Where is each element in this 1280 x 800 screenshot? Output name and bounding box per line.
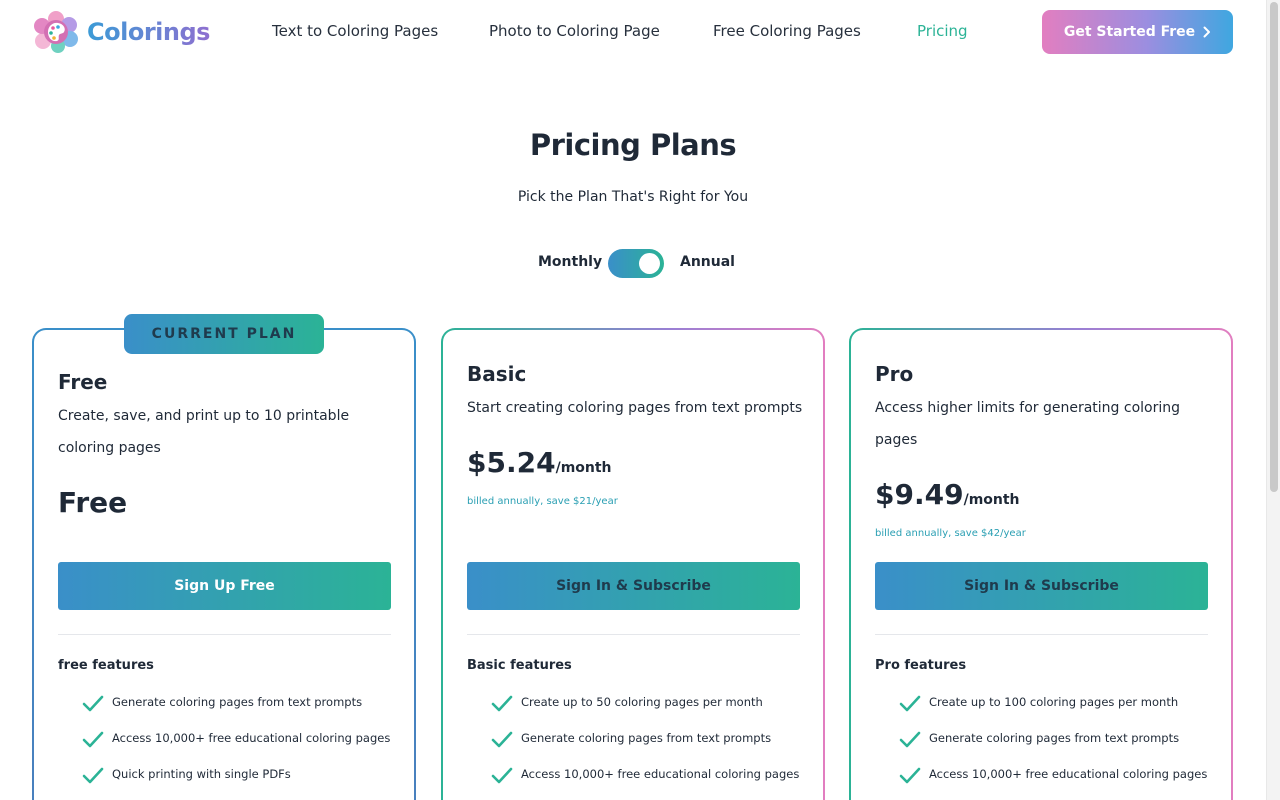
- list-item: Access 10,000+ free educational coloring…: [491, 767, 799, 800]
- price-unit: /month: [555, 460, 612, 476]
- current-plan-badge: CURRENT PLAN: [124, 314, 324, 354]
- features-title: Basic features: [467, 658, 572, 673]
- plan-price: $5.24/month: [467, 446, 612, 479]
- feature-text: Quick printing with single PDFs: [112, 767, 291, 781]
- monthly-label[interactable]: Monthly: [538, 254, 602, 270]
- nav-free-coloring-pages[interactable]: Free Coloring Pages: [713, 22, 861, 40]
- price-amount: Free: [58, 486, 128, 519]
- plan-card-body: Pro Access higher limits for generating …: [851, 330, 1231, 800]
- feature-text: Generate coloring pages from text prompt…: [521, 731, 772, 745]
- checkmark-icon: [899, 695, 921, 712]
- plan-card-body: Basic Start creating coloring pages from…: [443, 330, 823, 800]
- plan-card-body: Free Create, save, and print up to 10 pr…: [34, 330, 414, 800]
- checkmark-icon: [82, 767, 104, 784]
- billing-period-toggle[interactable]: [608, 249, 664, 278]
- feature-text: Generate coloring pages from text prompt…: [929, 731, 1180, 745]
- get-started-button[interactable]: Get Started Free: [1042, 10, 1233, 54]
- billing-toggle-row: Monthly Annual: [0, 249, 1266, 278]
- feature-text: Access 10,000+ free educational coloring…: [929, 767, 1208, 781]
- plan-description: Start creating coloring pages from text …: [467, 400, 803, 416]
- price-unit: /month: [963, 492, 1020, 508]
- list-item: Generate coloring pages from text prompt…: [82, 695, 390, 731]
- features-list: Create up to 50 coloring pages per month…: [491, 695, 799, 800]
- checkmark-icon: [899, 767, 921, 784]
- billing-note: billed annually, save $21/year: [467, 496, 618, 507]
- billing-note: billed annually, save $42/year: [875, 528, 1026, 539]
- list-item: Create up to 50 coloring pages per month: [491, 695, 799, 731]
- nav-pricing[interactable]: Pricing: [917, 22, 968, 40]
- plan-card-basic: Basic Start creating coloring pages from…: [441, 328, 825, 800]
- site-header: Colorings Text to Coloring Pages Photo t…: [0, 0, 1266, 64]
- checkmark-icon: [491, 731, 513, 748]
- get-started-label: Get Started Free: [1063, 24, 1196, 40]
- plan-price: Free: [58, 486, 127, 519]
- card-divider: [58, 634, 391, 635]
- checkmark-icon: [82, 731, 104, 748]
- page-scrollbar[interactable]: [1266, 0, 1280, 800]
- annual-label[interactable]: Annual: [680, 254, 735, 270]
- sign-in-subscribe-button[interactable]: Sign In & Subscribe: [875, 562, 1208, 610]
- plan-description: Access higher limits for generating colo…: [875, 400, 1180, 448]
- plan-name: Pro: [875, 362, 914, 386]
- list-item: Access 10,000+ free educational coloring…: [82, 731, 390, 767]
- page-title: Pricing Plans: [529, 128, 737, 162]
- feature-text: Access 10,000+ free educational coloring…: [521, 767, 800, 781]
- sign-up-free-button[interactable]: Sign Up Free: [58, 562, 391, 610]
- feature-text: Create up to 50 coloring pages per month: [521, 695, 763, 709]
- list-item: Create up to 100 coloring pages per mont…: [899, 695, 1207, 731]
- plan-name: Free: [58, 370, 108, 394]
- features-list: Generate coloring pages from text prompt…: [82, 695, 390, 800]
- checkmark-icon: [491, 695, 513, 712]
- plan-price: $9.49/month: [875, 478, 1020, 511]
- feature-text: Access 10,000+ free educational coloring…: [112, 731, 391, 745]
- list-item: Quick printing with single PDFs: [82, 767, 390, 800]
- chevron-right-icon: [1203, 26, 1211, 38]
- feature-text: Generate coloring pages from text prompt…: [112, 695, 363, 709]
- nav-text-to-coloring-pages[interactable]: Text to Coloring Pages: [272, 22, 438, 40]
- price-amount: $9.49: [875, 478, 964, 511]
- plan-card-pro: Pro Access higher limits for generating …: [849, 328, 1233, 800]
- checkmark-icon: [899, 731, 921, 748]
- price-amount: $5.24: [467, 446, 556, 479]
- list-item: Generate coloring pages from text prompt…: [491, 731, 799, 767]
- plan-description: Create, save, and print up to 10 printab…: [58, 408, 350, 456]
- plan-card-free: Free Create, save, and print up to 10 pr…: [32, 328, 416, 800]
- feature-text: Create up to 100 coloring pages per mont…: [929, 695, 1179, 709]
- features-list: Create up to 100 coloring pages per mont…: [899, 695, 1207, 800]
- list-item: Access 10,000+ free educational coloring…: [899, 767, 1207, 800]
- card-divider: [467, 634, 800, 635]
- checkmark-icon: [82, 695, 104, 712]
- toggle-knob: [639, 253, 660, 274]
- list-item: Generate coloring pages from text prompt…: [899, 731, 1207, 767]
- features-title: Pro features: [875, 658, 967, 673]
- page-subtitle: Pick the Plan That's Right for You: [517, 189, 749, 205]
- card-divider: [875, 634, 1208, 635]
- plan-name: Basic: [467, 362, 527, 386]
- nav-photo-to-coloring-page[interactable]: Photo to Coloring Page: [489, 22, 660, 40]
- checkmark-icon: [491, 767, 513, 784]
- scrollbar-thumb[interactable]: [1270, 2, 1278, 492]
- sign-in-subscribe-button[interactable]: Sign In & Subscribe: [467, 562, 800, 610]
- features-title: free features: [58, 658, 154, 673]
